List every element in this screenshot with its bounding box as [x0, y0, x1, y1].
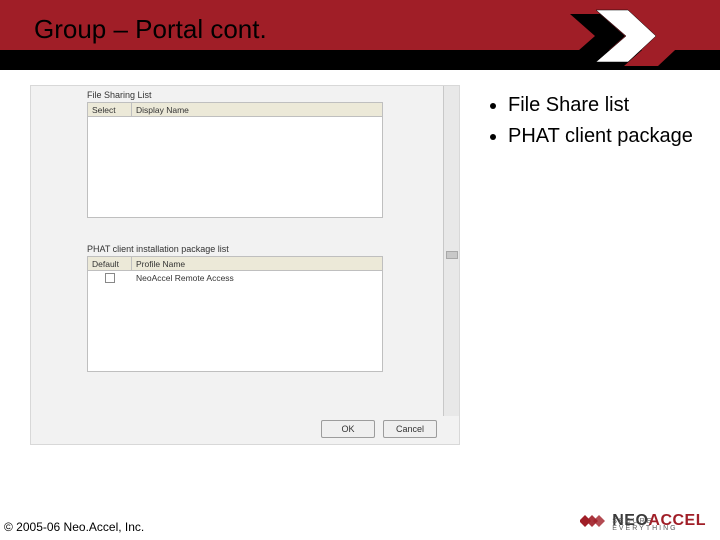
bullet-list: File Share list PHAT client package [490, 92, 700, 154]
bullet-item: File Share list [508, 92, 700, 119]
profile-name-cell: NeoAccel Remote Access [132, 271, 382, 285]
file-share-label: File Sharing List [87, 90, 152, 100]
cancel-button[interactable]: Cancel [383, 420, 437, 438]
dialog-screenshot: File Sharing List Select Display Name PH… [30, 85, 460, 445]
checkbox-icon[interactable] [105, 273, 115, 283]
logo-mark-icon [580, 510, 606, 532]
col-display-name: Display Name [132, 103, 382, 116]
col-select: Select [88, 103, 132, 116]
arrow-graphic [570, 4, 690, 68]
phat-table: Default Profile Name NeoAccel Remote Acc… [87, 256, 383, 372]
bullet-item: PHAT client package [508, 123, 700, 150]
scrollbar-thumb[interactable] [446, 251, 458, 259]
slide-title: Group – Portal cont. [34, 14, 267, 45]
scrollbar[interactable] [443, 86, 459, 416]
logo: NEOACCEL SECURE EVERYTHING [580, 510, 706, 532]
copyright-text: © 2005-06 Neo.Accel, Inc. [4, 520, 144, 534]
col-profile-name: Profile Name [132, 257, 382, 270]
col-default: Default [88, 257, 132, 270]
table-row[interactable]: NeoAccel Remote Access [88, 271, 382, 285]
ok-button[interactable]: OK [321, 420, 375, 438]
title-bar: Group – Portal cont. [0, 0, 720, 70]
file-share-table: Select Display Name [87, 102, 383, 218]
logo-tagline: SECURE EVERYTHING [612, 518, 706, 532]
default-checkbox-cell[interactable] [88, 271, 132, 285]
phat-label: PHAT client installation package list [87, 244, 229, 254]
